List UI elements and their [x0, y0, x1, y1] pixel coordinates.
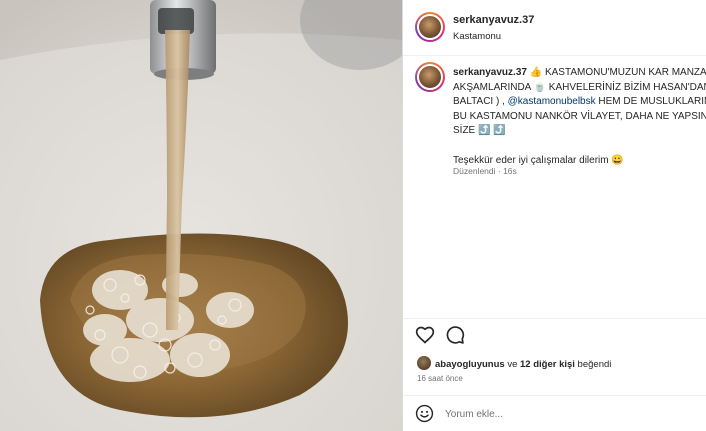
author-username[interactable]: serkanyavuz.37 [453, 14, 534, 26]
post-time-ago: 16 saat önce [417, 374, 463, 383]
caption-line-1: serkanyavuz.37 👍 KASTAMONU'MUZUN KAR MAN… [453, 66, 706, 81]
caption-line-1-text: 👍 KASTAMONU'MUZUN KAR MANZAR [526, 67, 706, 78]
likes-connector: ve [504, 359, 520, 370]
grin-emoji-icon: 😀 [611, 154, 624, 166]
caption-thanks-text: Teşekkür eder iyi çalışmalar dilerim [453, 154, 609, 166]
post-location[interactable]: Kastamonu [453, 31, 501, 42]
author-avatar[interactable] [415, 12, 445, 42]
caption-avatar[interactable] [415, 62, 445, 92]
caption-line-4: BU KASTAMONU NANKÖR VİLAYET, DAHA NE YAP… [453, 110, 706, 122]
liker-username[interactable]: abayogluyunus [435, 359, 505, 370]
post-side-panel: serkanyavuz.37 Kastamonu serkanyavuz.37 … [402, 0, 706, 431]
post-actions [403, 322, 706, 348]
caption-line-5: SİZE ⤴️ ⤴️ [453, 124, 706, 139]
post-caption: serkanyavuz.37 👍 KASTAMONU'MUZUN KAR MAN… [403, 56, 706, 318]
caption-line-3: BALTACI ) , @kastamonubelbsk HEM DE MUSL… [453, 95, 706, 110]
caption-line-3-post: HEM DE MUSLUKLARIM [595, 96, 706, 107]
likes-suffix: beğendi [574, 359, 612, 370]
post-photo [0, 0, 402, 431]
caption-username[interactable]: serkanyavuz.37 [453, 67, 527, 78]
likes-summary: abayogluyunus ve 12 diğer kişi beğendi [417, 356, 611, 370]
post-header: serkanyavuz.37 Kastamonu [403, 0, 706, 56]
edited-timestamp: Düzenlendi · 16s [453, 166, 517, 176]
divider [403, 318, 706, 319]
caption-line-2: AKŞAMLARINDA 🍵 KAHVELERİNİZ BİZİM HASAN'… [453, 81, 706, 93]
comment-input[interactable] [445, 404, 695, 424]
liker-avatar[interactable] [417, 356, 431, 370]
comment-bubble-icon[interactable] [445, 325, 465, 345]
heart-icon[interactable] [415, 325, 435, 345]
emoji-smile-icon[interactable] [415, 404, 434, 423]
likes-others-link[interactable]: 12 diğer kişi [520, 359, 575, 370]
caption-line-5-text: SİZE [453, 125, 476, 136]
caption-text: serkanyavuz.37 👍 KASTAMONU'MUZUN KAR MAN… [453, 66, 706, 168]
caption-mention[interactable]: @kastamonubelbsk [508, 96, 596, 107]
caption-line-3-pre: BALTACI ) , [453, 96, 508, 107]
comment-bar [403, 395, 706, 431]
arrow-up-icon: ⤴️ ⤴️ [478, 125, 506, 136]
